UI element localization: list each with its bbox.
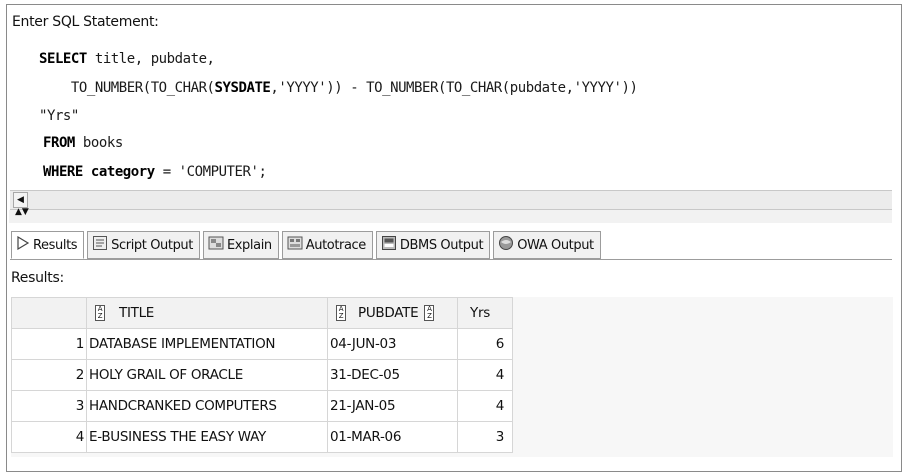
cell-title[interactable]: HOLY GRAIL OF ORACLE [86,359,328,391]
rownum-header [11,297,87,329]
autotrace-icon [287,235,303,255]
tab-label: OWA Output [517,237,594,253]
column-header-yrs[interactable]: Yrs [457,297,513,329]
dbms-icon [381,235,397,255]
enter-sql-label: Enter SQL Statement: [12,14,159,30]
sql-keyword: WHERE [43,164,83,180]
sort-icon[interactable]: AZ [336,305,346,321]
splitter-arrows-icon[interactable]: ▲▼ [15,208,29,217]
sql-line-5: WHERE category = 'COMPUTER'; [43,164,267,180]
scroll-left-arrow-icon[interactable]: ◀ [13,192,28,208]
tab-label: DBMS Output [399,237,484,253]
sql-editor[interactable]: SELECT title, pubdate, TO_NUMBER(TO_CHAR… [9,43,893,183]
header-row: A Z TITLE A Z PUBDATE A Z Yrs [11,297,513,329]
cell-yrs[interactable]: 4 [457,390,513,422]
row-number: 3 [11,390,87,422]
tab-label: Script Output [111,237,193,253]
row-number: 4 [11,421,87,453]
sql-text: books [74,135,123,151]
sql-keyword: SYSDATE [214,80,271,96]
cell-yrs[interactable]: 3 [457,421,513,453]
cell-yrs[interactable]: 6 [457,328,513,360]
column-label: Yrs [470,305,490,321]
table-row[interactable]: 1 DATABASE IMPLEMENTATION 04-JUN-03 6 [11,328,513,360]
column-header-title[interactable]: A Z TITLE [86,297,328,329]
table-row[interactable]: 4 E-BUSINESS THE EASY WAY 01-MAR-06 3 [11,421,513,453]
cell-title[interactable]: HANDCRANKED COMPUTERS [86,390,328,422]
cell-yrs[interactable]: 4 [457,359,513,391]
explain-icon [208,235,224,255]
sql-keyword: category [90,164,155,180]
sort-icon[interactable]: AZ [424,305,435,321]
sql-keyword: FROM [43,135,75,151]
owa-icon [498,235,514,255]
play-icon [16,235,30,254]
cell-pubdate[interactable]: 31-DEC-05 [327,359,458,391]
tab-autotrace[interactable]: Autotrace [281,231,373,259]
sql-line-3: "Yrs" [39,108,79,124]
tab-label: Autotrace [305,237,367,253]
output-tabs: Results Script Output Explain Autotrace … [11,231,601,261]
script-icon [92,235,108,255]
tab-results[interactable]: Results [11,231,85,259]
column-header-pubdate[interactable]: A Z PUBDATE A Z [327,297,458,329]
tab-label: Results [33,237,78,253]
results-grid: A Z TITLE A Z PUBDATE A Z Yrs 1 DATABASE IMPLE… [11,297,893,457]
tab-dbms-output[interactable]: DBMS Output [375,231,491,259]
sql-text: title, pubdate, [86,51,215,67]
cell-title[interactable]: DATABASE IMPLEMENTATION [86,328,328,360]
editor-horizontal-scrollbar[interactable]: ◀ [10,190,892,210]
results-label: Results: [11,270,64,286]
sql-line-1: SELECT title, pubdate, [39,51,215,67]
row-number: 2 [11,359,87,391]
results-table: A Z TITLE A Z PUBDATE A Z Yrs 1 DATABASE IMPLE… [11,297,513,453]
sql-text: TO_NUMBER(TO_CHAR( [39,80,215,96]
cell-pubdate[interactable]: 21-JAN-05 [327,390,458,422]
sql-line-2: TO_NUMBER(TO_CHAR(SYSDATE,'YYYY')) - TO_… [39,80,638,96]
row-number: 1 [11,328,87,360]
tab-script-output[interactable]: Script Output [87,231,200,259]
table-row[interactable]: 2 HOLY GRAIL OF ORACLE 31-DEC-05 4 [11,359,513,391]
table-row[interactable]: 3 HANDCRANKED COMPUTERS 21-JAN-05 4 [11,390,513,422]
sql-line-4: FROM books [43,135,123,151]
sql-keyword: SELECT [39,51,87,67]
sql-text: ,'YYYY')) - TO_NUMBER(TO_CHAR(pubdate,'Y… [270,80,638,96]
tab-label: Explain [226,237,272,253]
column-label: TITLE [119,305,155,321]
column-label: PUBDATE [358,305,419,321]
sort-icon[interactable]: AZ [95,305,105,321]
cell-pubdate[interactable]: 01-MAR-06 [327,421,458,453]
tab-owa-output[interactable]: OWA Output [493,231,601,259]
sql-text: = 'COMPUTER'; [154,164,267,180]
pane-splitter[interactable]: ▲▼ [9,208,892,223]
tab-explain[interactable]: Explain [202,231,279,259]
cell-pubdate[interactable]: 04-JUN-03 [327,328,458,360]
cell-title[interactable]: E-BUSINESS THE EASY WAY [86,421,328,453]
